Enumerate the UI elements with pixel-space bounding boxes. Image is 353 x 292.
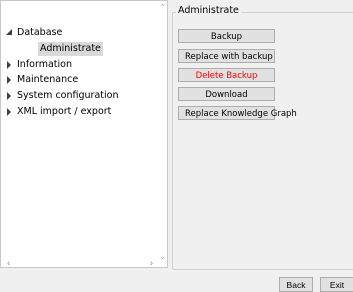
tree-item-label: Database (17, 27, 63, 38)
delete-backup-button[interactable]: Delete Backup (178, 68, 275, 82)
collapsed-arrow-icon[interactable] (6, 58, 14, 72)
scroll-down-icon[interactable]: ⌄ (158, 253, 167, 261)
group-title: Administrate (176, 5, 241, 17)
tree-item-label: Administrate (38, 42, 103, 56)
scroll-left-icon[interactable]: ‹ (4, 260, 13, 269)
tree-item-label: Maintenance (17, 74, 79, 85)
navigation-tree-panel: Database Administrate Information Mainte… (0, 0, 168, 269)
replace-knowledge-graph-button[interactable]: Replace Knowledge Graph (178, 106, 297, 120)
scroll-right-icon[interactable]: › (147, 260, 156, 269)
collapsed-arrow-icon[interactable] (6, 105, 14, 119)
exit-button[interactable]: Exit (320, 277, 353, 292)
expanded-arrow-icon[interactable] (6, 26, 14, 40)
tree-item-label: Information (17, 59, 72, 70)
download-button[interactable]: Download (178, 87, 275, 101)
horizontal-scrollbar[interactable]: ‹ › (1, 259, 158, 269)
replace-with-backup-button[interactable]: Replace with backup (178, 49, 275, 63)
collapsed-arrow-icon[interactable] (6, 73, 14, 87)
collapsed-arrow-icon[interactable] (6, 89, 14, 103)
scroll-up-icon[interactable]: ⌃ (158, 3, 167, 11)
vertical-scrollbar[interactable]: ⌃ ⌄ (158, 1, 168, 261)
backup-button[interactable]: Backup (178, 29, 275, 43)
navigation-tree: Database Administrate Information Mainte… (1, 1, 157, 259)
back-button[interactable]: Back (279, 277, 313, 292)
tree-item-label: System configuration (17, 90, 119, 101)
tree-item-label: XML import / export (17, 106, 112, 117)
